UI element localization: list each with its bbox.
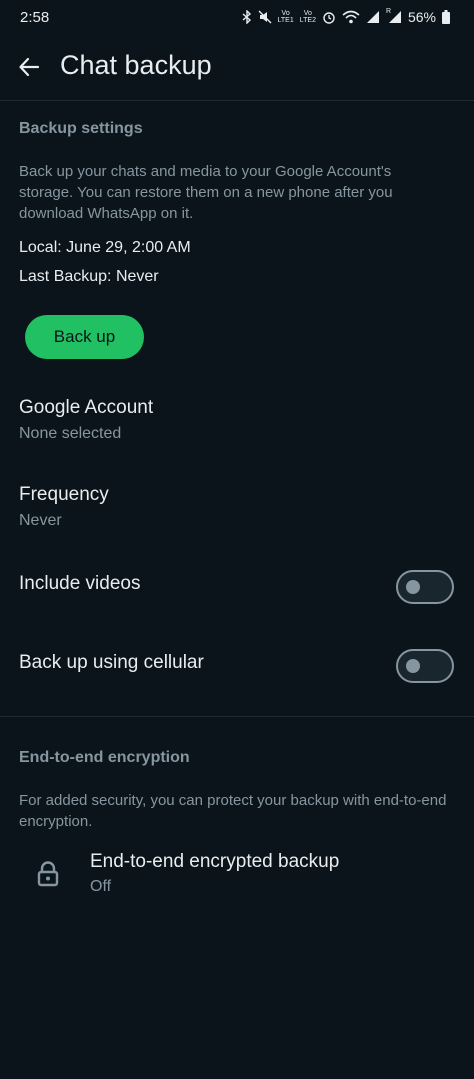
include-videos-title: Include videos	[19, 573, 141, 594]
backup-button[interactable]: Back up	[25, 315, 144, 359]
lte2-icon: Vo LTE2	[300, 10, 316, 24]
local-backup-info: Local: June 29, 2:00 AM	[19, 239, 191, 256]
cellular-row[interactable]: Back up using cellular	[0, 639, 474, 695]
lte2-top-label: Vo	[303, 10, 312, 17]
arrow-back-icon	[19, 57, 40, 77]
encryption-description: For added security, you can protect your…	[19, 792, 447, 830]
toggle-knob	[406, 580, 420, 594]
header-divider	[0, 100, 474, 101]
google-account-title: Google Account	[19, 397, 154, 418]
status-time: 2:58	[20, 9, 50, 26]
lte1-bottom-label: LTE1	[277, 17, 294, 24]
alarm-icon	[322, 10, 336, 24]
lte1-icon: Vo LTE1	[278, 10, 294, 24]
e2e-backup-row[interactable]	[0, 840, 474, 906]
cellular-toggle[interactable]	[396, 649, 454, 683]
include-videos-row[interactable]: Include videos	[0, 560, 474, 616]
lock-icon	[36, 861, 60, 887]
wifi-icon	[342, 10, 360, 24]
last-backup-info: Last Backup: Never	[19, 268, 159, 285]
lte1-top-label: Vo	[281, 10, 290, 17]
cellular-title: Back up using cellular	[19, 652, 204, 673]
page-title: Chat backup	[60, 50, 212, 80]
e2e-backup-status: Off	[90, 878, 112, 895]
battery-icon	[442, 10, 450, 24]
status-bar: 2:58 Vo LTE1 Vo LTE2 R 56%	[0, 0, 474, 36]
frequency-row[interactable]: Frequency Never	[0, 472, 474, 542]
battery-percent: 56%	[407, 9, 436, 25]
google-account-row[interactable]: Google Account None selected	[0, 385, 474, 455]
roaming-badge: R	[385, 8, 392, 15]
lte2-bottom-label: LTE2	[299, 17, 316, 24]
bluetooth-icon	[242, 10, 252, 24]
encryption-section-title: End-to-end encryption	[19, 749, 190, 766]
frequency-value: Never	[19, 512, 62, 529]
section-divider	[0, 716, 474, 717]
include-videos-toggle[interactable]	[396, 570, 454, 604]
status-icons: Vo LTE1 Vo LTE2 R 56%	[242, 8, 450, 25]
app-bar: Chat backup	[0, 38, 474, 98]
back-button[interactable]	[14, 52, 44, 82]
signal-roaming-icon: R	[385, 8, 402, 24]
frequency-title: Frequency	[19, 484, 109, 505]
backup-settings-title: Backup settings	[19, 120, 143, 137]
google-account-value: None selected	[19, 425, 122, 442]
mute-icon	[258, 10, 272, 24]
e2e-backup-title: End-to-end encrypted backup	[90, 851, 340, 872]
toggle-knob	[406, 659, 420, 673]
backup-description: Back up your chats and media to your Goo…	[19, 163, 393, 222]
signal-icon	[366, 10, 380, 24]
